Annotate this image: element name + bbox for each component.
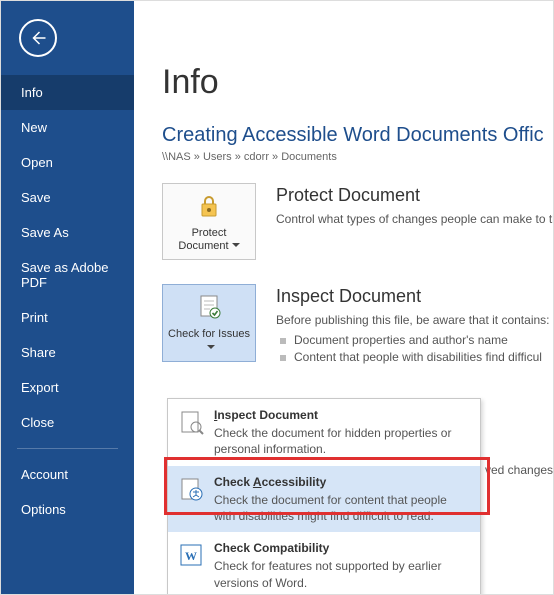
- dropdown-icon: [229, 240, 240, 252]
- document-path: \\NAS » Users » cdorr » Documents: [162, 151, 553, 163]
- sidebar-item-options[interactable]: Options: [1, 492, 134, 527]
- back-button[interactable]: [19, 19, 57, 57]
- check-accessibility-icon: [178, 476, 206, 505]
- sidebar-item-close[interactable]: Close: [1, 405, 134, 440]
- inspect-document-icon: [178, 409, 206, 438]
- sidebar-item-export[interactable]: Export: [1, 370, 134, 405]
- lock-icon: [194, 192, 224, 220]
- check-compatibility-icon: W: [178, 542, 206, 571]
- sidebar-item-save[interactable]: Save: [1, 180, 134, 215]
- arrow-left-icon: [29, 29, 47, 47]
- menu-item-check-accessibility[interactable]: Check Accessibility Check the document fo…: [168, 466, 480, 533]
- inspect-title: Inspect Document: [276, 286, 553, 307]
- document-check-icon: [194, 293, 224, 321]
- menu-item-inspect-document[interactable]: Inspect Document Check the document for h…: [168, 399, 480, 466]
- dropdown-icon: [204, 342, 215, 354]
- sidebar-item-info[interactable]: Info: [1, 75, 134, 110]
- menu-item-title: Inspect Document: [214, 407, 470, 423]
- sidebar-item-account[interactable]: Account: [1, 457, 134, 492]
- menu-item-title: Check Accessibility: [214, 474, 470, 490]
- menu-item-title: Check Compatibility: [214, 540, 470, 556]
- svg-text:W: W: [185, 549, 197, 563]
- check-for-issues-button[interactable]: Check for Issues: [162, 284, 256, 361]
- inspect-document-section: Check for Issues Inspect Document Before…: [162, 284, 553, 367]
- protect-tile-label: Protect Document: [178, 227, 228, 252]
- protect-desc: Control what types of changes people can…: [276, 212, 553, 226]
- unsaved-changes-text: ved changes.: [485, 463, 554, 477]
- page-heading: Info: [162, 63, 553, 102]
- menu-item-check-compatibility[interactable]: W Check Compatibility Check for features n…: [168, 532, 480, 595]
- sidebar-item-print[interactable]: Print: [1, 300, 134, 335]
- check-for-issues-menu: Inspect Document Check the document for h…: [167, 398, 481, 595]
- sidebar-item-open[interactable]: Open: [1, 145, 134, 180]
- sidebar-item-new[interactable]: New: [1, 110, 134, 145]
- document-title: Creating Accessible Word Documents Offic: [162, 124, 553, 147]
- inspect-bullet: Content that people with disabilities fi…: [276, 350, 553, 364]
- protect-document-button[interactable]: Protect Document: [162, 183, 256, 260]
- menu-item-desc: Check the document for content that peop…: [214, 493, 447, 523]
- sidebar-item-save-as[interactable]: Save As: [1, 215, 134, 250]
- protect-document-section: Protect Document Protect Document Contro…: [162, 183, 553, 260]
- backstage-sidebar: InfoNewOpenSaveSave AsSave as Adobe PDFP…: [1, 1, 134, 594]
- app-window: Creating Accessible W InfoNewOpenSaveSav…: [0, 0, 554, 595]
- sidebar-item-save-as-adobe-pdf[interactable]: Save as Adobe PDF: [1, 250, 134, 300]
- menu-item-desc: Check for features not supported by earl…: [214, 559, 441, 589]
- inspect-desc: Before publishing this file, be aware th…: [276, 313, 553, 327]
- menu-item-desc: Check the document for hidden properties…: [214, 426, 451, 456]
- inspect-bullet: Document properties and author's name: [276, 333, 553, 347]
- inspect-tile-label: Check for Issues: [168, 328, 250, 340]
- sidebar-separator: [17, 448, 118, 449]
- protect-title: Protect Document: [276, 185, 553, 206]
- sidebar-item-share[interactable]: Share: [1, 335, 134, 370]
